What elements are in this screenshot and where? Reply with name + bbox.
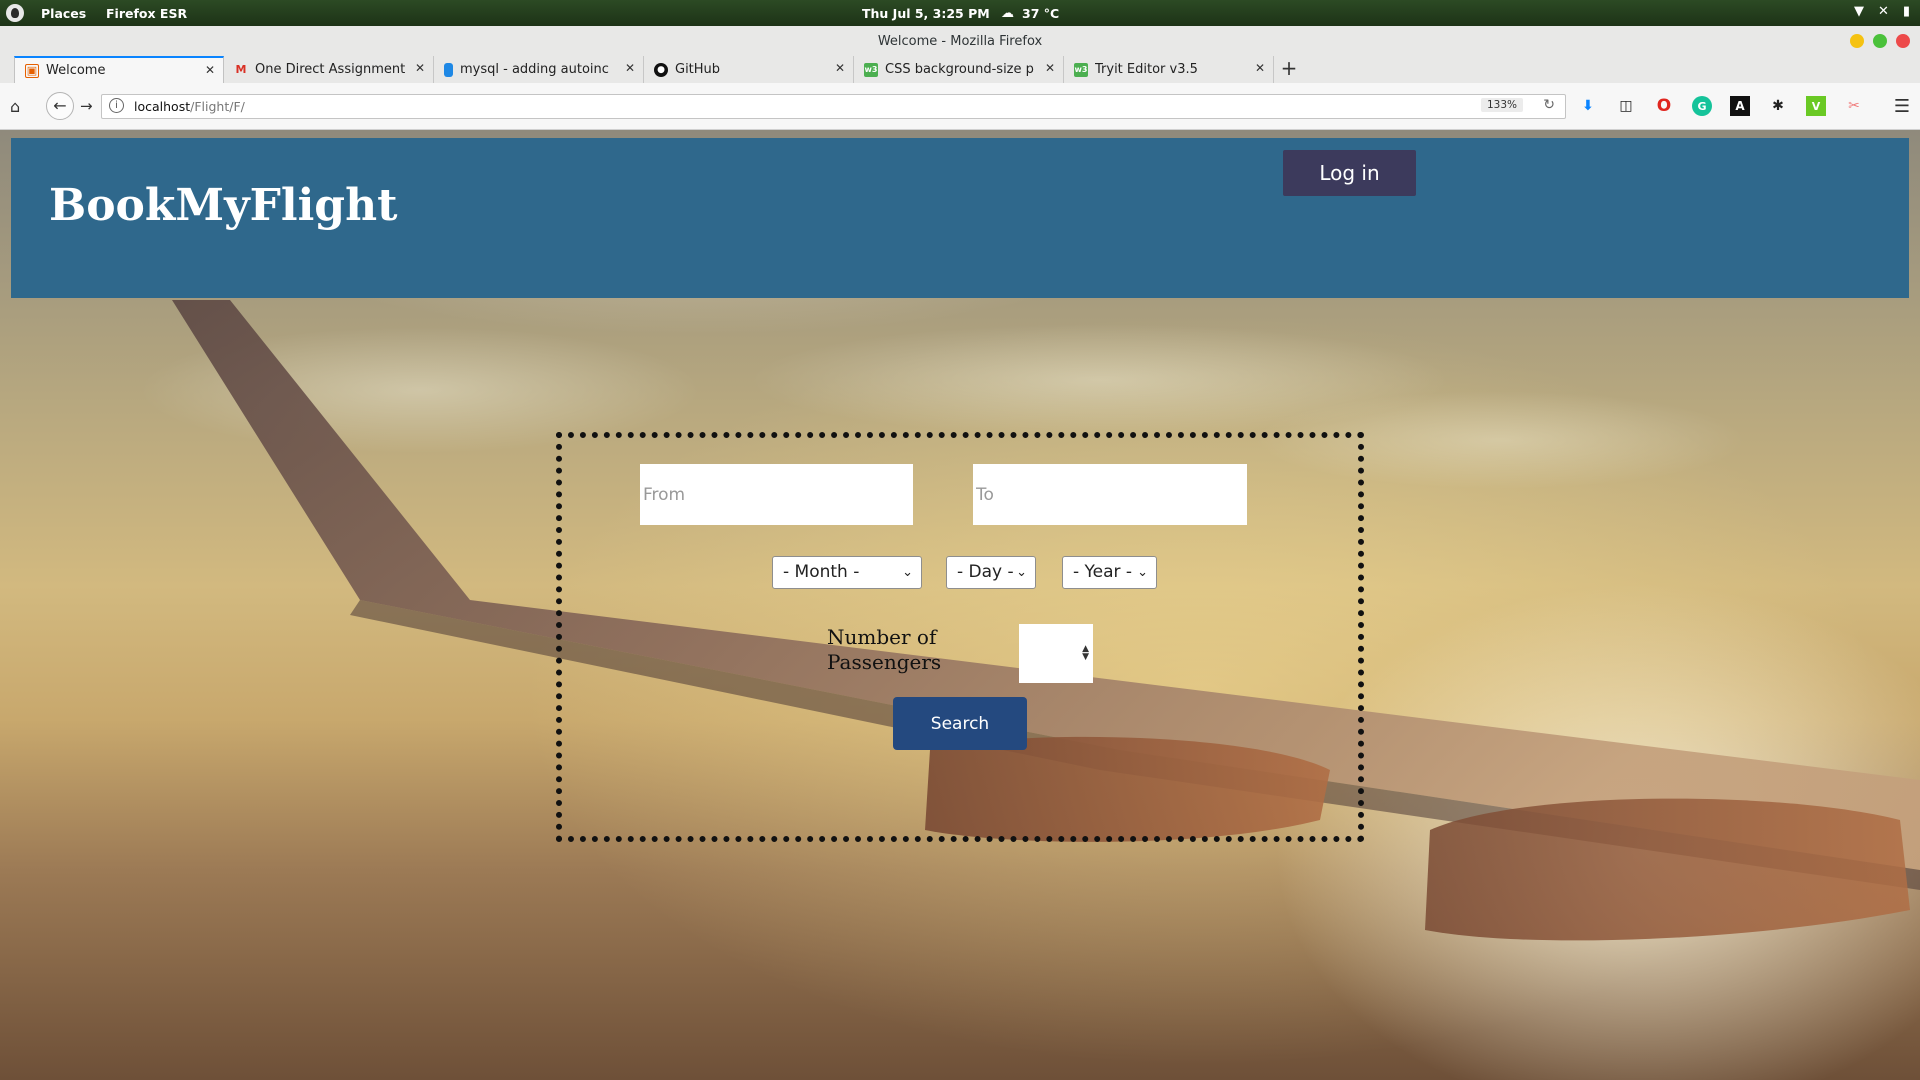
- reload-icon[interactable]: ↻: [1543, 97, 1555, 113]
- font-extension-icon[interactable]: A: [1730, 96, 1750, 116]
- passengers-stepper[interactable]: ▲ ▼: [1019, 624, 1093, 683]
- site-header: BookMyFlight Log in: [11, 138, 1909, 298]
- hamburger-menu-icon[interactable]: ☰: [1894, 96, 1910, 117]
- tab-welcome[interactable]: ▣ Welcome ✕: [14, 56, 224, 83]
- home-icon[interactable]: ⌂: [10, 97, 20, 116]
- system-top-bar: Places Firefox ESR Thu Jul 5, 3:25 PM ☁ …: [0, 0, 1920, 26]
- close-window-button[interactable]: [1896, 34, 1910, 48]
- window-controls: [1850, 34, 1910, 48]
- window-title: Welcome - Mozilla Firefox: [877, 34, 1043, 49]
- places-menu[interactable]: Places: [41, 6, 86, 21]
- spinner-arrows-icon[interactable]: ▲ ▼: [1082, 645, 1089, 662]
- year-select-value: - Year -: [1073, 562, 1133, 582]
- month-select[interactable]: - Month - ⌄: [772, 556, 922, 589]
- close-icon[interactable]: ✕: [1045, 61, 1055, 75]
- vue-extension-icon[interactable]: V: [1806, 96, 1826, 116]
- url-bar[interactable]: i localhost/Flight/F/ 133% ↻: [101, 94, 1566, 119]
- app-menu[interactable]: Firefox ESR: [106, 6, 187, 21]
- passengers-label: Number of Passengers: [827, 625, 942, 674]
- close-icon[interactable]: ✕: [1255, 61, 1265, 75]
- tab-tryit-editor[interactable]: w3 Tryit Editor v3.5 ✕: [1064, 56, 1274, 83]
- forward-button[interactable]: →: [80, 97, 93, 115]
- url-text[interactable]: localhost/Flight/F/: [134, 99, 245, 114]
- page-viewport: BookMyFlight Log in - Month - ⌄ - Day - …: [0, 130, 1920, 1080]
- login-button[interactable]: Log in: [1283, 150, 1416, 196]
- opera-extension-icon[interactable]: O: [1654, 96, 1674, 116]
- month-select-value: - Month -: [783, 562, 860, 582]
- tab-gmail[interactable]: M One Direct Assignment t... ✕: [224, 56, 434, 83]
- activities-icon[interactable]: [6, 4, 24, 22]
- w3-icon: w3: [864, 62, 878, 77]
- sidebar-icon[interactable]: ◫: [1616, 96, 1636, 116]
- db-icon: [444, 62, 453, 77]
- bug-extension-icon[interactable]: ✱: [1768, 96, 1788, 116]
- chevron-down-icon: ⌄: [1016, 565, 1027, 580]
- weather-reading[interactable]: 37 °C: [1022, 6, 1059, 21]
- new-tab-button[interactable]: +: [1274, 56, 1304, 83]
- gmail-icon: M: [235, 63, 247, 76]
- tab-css-background-size[interactable]: w3 CSS background-size pro... ✕: [854, 56, 1064, 83]
- chevron-down-icon: ⌄: [902, 565, 913, 580]
- info-icon[interactable]: i: [109, 98, 124, 113]
- close-icon[interactable]: ✕: [205, 63, 215, 77]
- weather-icon: ☁: [1001, 6, 1014, 21]
- wifi-icon[interactable]: ▼: [1854, 4, 1864, 19]
- system-tray[interactable]: ▼ ✕ ▮: [1854, 4, 1910, 19]
- clock[interactable]: Thu Jul 5, 3:25 PM: [862, 6, 990, 21]
- site-logo[interactable]: BookMyFlight: [49, 180, 397, 231]
- tab-label: Tryit Editor v3.5: [1095, 62, 1198, 77]
- back-button[interactable]: ←: [46, 92, 74, 120]
- year-select[interactable]: - Year - ⌄: [1062, 556, 1157, 589]
- github-icon: ●: [654, 62, 668, 77]
- day-select-value: - Day -: [957, 562, 1014, 582]
- tab-label: mysql - adding autoincre...: [460, 62, 610, 77]
- grammarly-icon[interactable]: G: [1692, 96, 1712, 116]
- tab-label: Welcome: [46, 63, 106, 78]
- tab-mysql[interactable]: mysql - adding autoincre... ✕: [434, 56, 644, 83]
- minimize-button[interactable]: [1850, 34, 1864, 48]
- w3-icon: w3: [1074, 62, 1088, 77]
- download-icon[interactable]: ⬇: [1578, 96, 1598, 116]
- close-icon[interactable]: ✕: [415, 61, 425, 75]
- day-select[interactable]: - Day - ⌄: [946, 556, 1036, 589]
- zoom-indicator[interactable]: 133%: [1480, 98, 1523, 112]
- url-path: /Flight/F/: [190, 99, 245, 114]
- close-icon[interactable]: ✕: [625, 61, 635, 75]
- tab-label: CSS background-size pro...: [885, 62, 1035, 77]
- maximize-button[interactable]: [1873, 34, 1887, 48]
- extension-icon[interactable]: ✂: [1844, 96, 1864, 116]
- window-titlebar: Welcome - Mozilla Firefox ▣ Welcome ✕ M …: [0, 26, 1920, 83]
- toolbar-icons: ⬇ ◫ O G A ✱ V ✂: [1578, 96, 1864, 116]
- battery-icon[interactable]: ▮: [1903, 4, 1910, 19]
- url-host: localhost: [134, 99, 191, 114]
- tab-strip: ▣ Welcome ✕ M One Direct Assignment t...…: [14, 56, 1304, 83]
- tab-label: One Direct Assignment t...: [255, 62, 405, 77]
- chevron-down-icon: ⌄: [1137, 565, 1148, 580]
- volume-muted-icon[interactable]: ✕: [1878, 4, 1889, 19]
- to-input[interactable]: [973, 464, 1247, 525]
- search-button[interactable]: Search: [893, 697, 1027, 750]
- from-input[interactable]: [640, 464, 913, 525]
- close-icon[interactable]: ✕: [835, 61, 845, 75]
- navigation-toolbar: ⌂ ← → i localhost/Flight/F/ 133% ↻ ⬇ ◫ O…: [0, 83, 1920, 130]
- tab-label: GitHub: [675, 62, 721, 77]
- tab-github[interactable]: ● GitHub ✕: [644, 56, 854, 83]
- page-icon: ▣: [25, 63, 39, 78]
